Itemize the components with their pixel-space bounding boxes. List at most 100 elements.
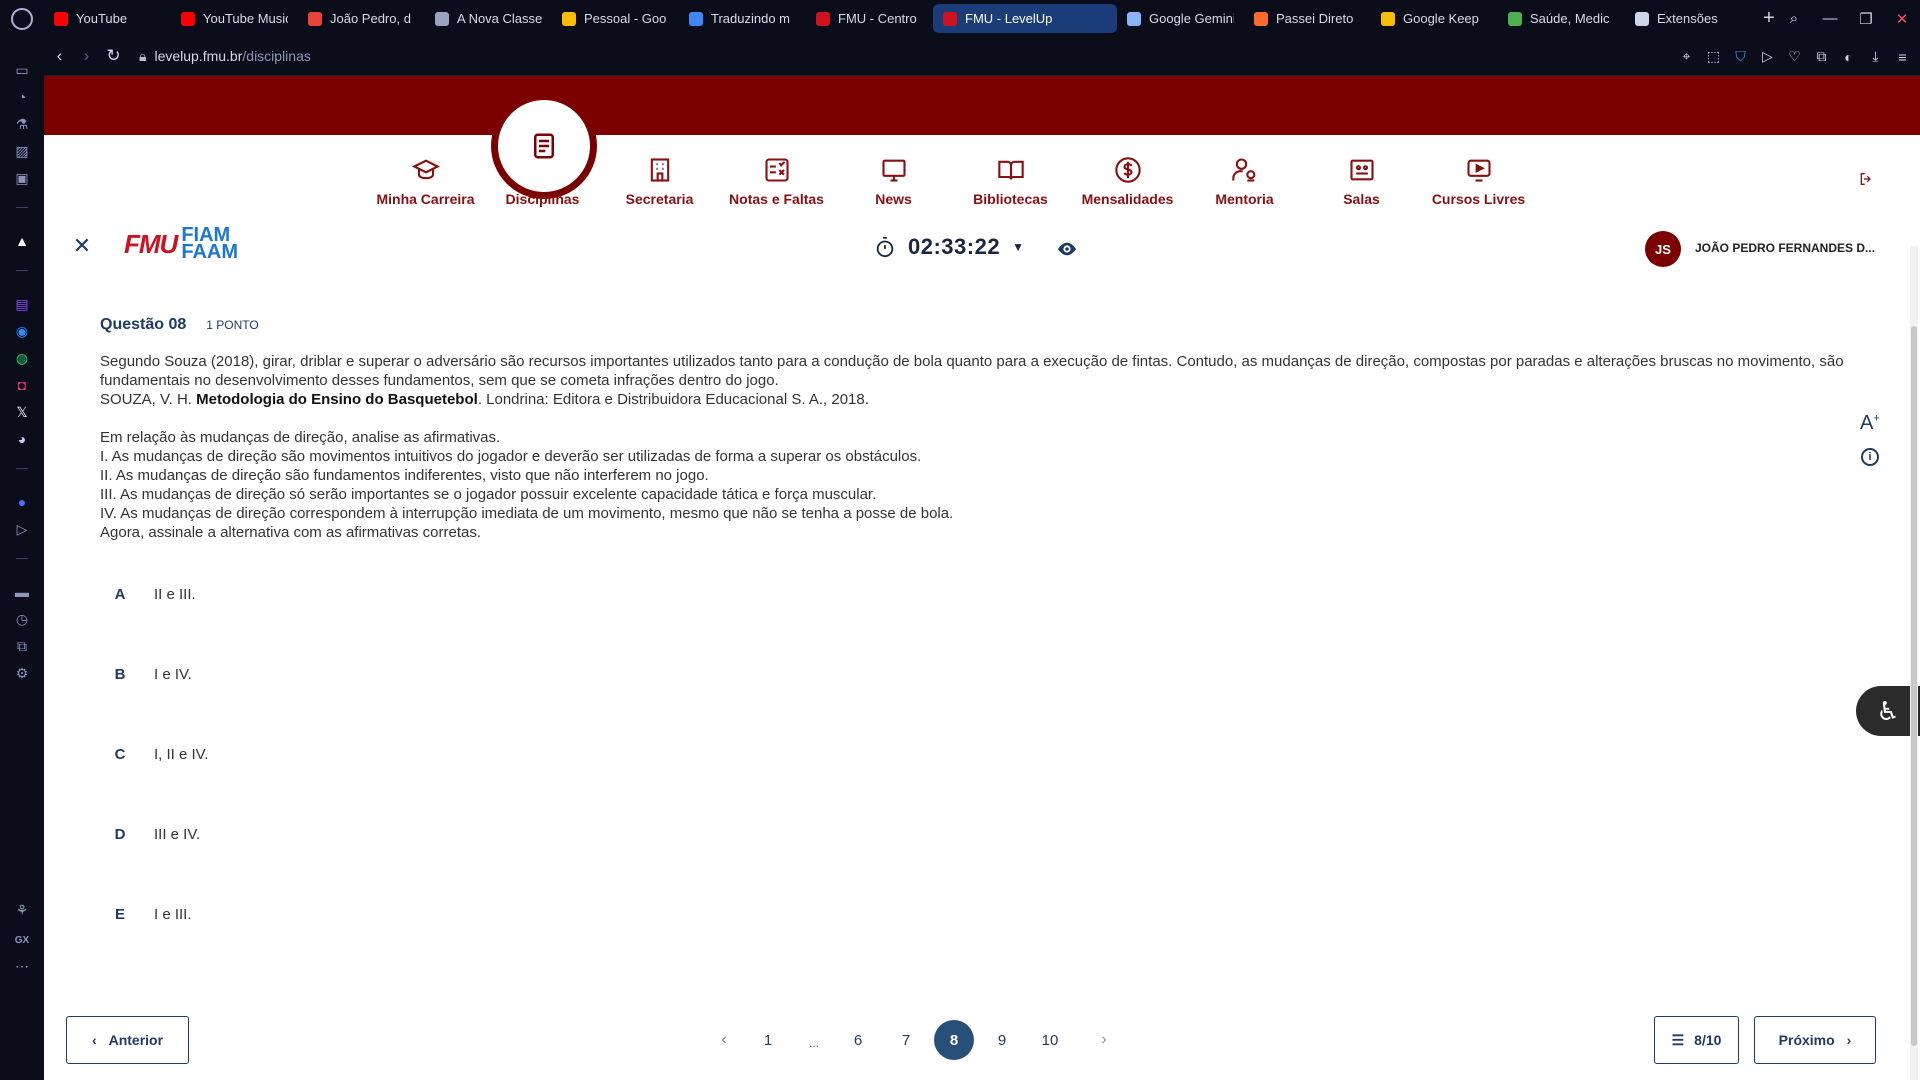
avatar[interactable]: JS xyxy=(1645,231,1681,267)
opera-gx-logo-icon[interactable] xyxy=(0,0,44,37)
pin-icon[interactable]: ⌖ xyxy=(1675,48,1698,65)
player-icon[interactable]: ▷ xyxy=(1756,48,1779,65)
browser-tab[interactable]: Google Keep xyxy=(1371,4,1498,33)
browser-tab[interactable]: Traduzindo m xyxy=(679,4,806,33)
extensions-sidebar-icon[interactable]: ⧉ xyxy=(11,635,33,657)
next-button[interactable]: Próximo › xyxy=(1754,1016,1876,1064)
browser-tab[interactable]: Passei Direto xyxy=(1244,4,1371,33)
browser-tab[interactable]: Extensões xyxy=(1625,4,1752,33)
option-c[interactable]: C I, II e IV. xyxy=(100,734,1800,774)
reload-icon[interactable]: ↻ xyxy=(100,46,127,66)
wallet-icon[interactable]: ▬ xyxy=(11,581,33,603)
close-window-icon[interactable]: ✕ xyxy=(1884,10,1920,28)
user-name[interactable]: JOÃO PEDRO FERNANDES D... xyxy=(1695,241,1875,255)
info-icon[interactable]: i xyxy=(1861,448,1879,466)
nav-news[interactable]: News xyxy=(835,153,952,207)
option-text: I, II e IV. xyxy=(154,745,209,763)
option-b[interactable]: B I e IV. xyxy=(100,654,1800,694)
nav-notas-faltas[interactable]: Notas e Faltas xyxy=(718,153,835,207)
nav-disciplinas[interactable]: Disciplinas xyxy=(484,179,601,207)
gaming-icon[interactable]: ▭ xyxy=(11,59,33,81)
question-line: I. As mudanças de direção são movimentos… xyxy=(100,448,922,465)
speed-dial-icon[interactable]: ◔ xyxy=(11,86,33,108)
option-a[interactable]: A II e III. xyxy=(100,574,1800,614)
nav-salas[interactable]: Salas xyxy=(1303,153,1420,207)
history-icon[interactable]: ◷ xyxy=(11,608,33,630)
restore-icon[interactable]: ❐ xyxy=(1848,10,1884,28)
browser-tab[interactable]: FMU - Centro xyxy=(806,4,933,33)
browser-tab[interactable]: Pessoal - Goo xyxy=(552,4,679,33)
instagram-icon[interactable]: ◘ xyxy=(11,374,33,396)
nav-secretaria[interactable]: Secretaria xyxy=(601,153,718,207)
browser-tab[interactable]: FMU - LevelUp xyxy=(933,4,1117,33)
nav-cursos-livres[interactable]: Cursos Livres xyxy=(1420,153,1537,207)
music-player-icon[interactable]: ● xyxy=(11,491,33,513)
download-icon[interactable]: ⤓ xyxy=(1864,48,1887,65)
vpn-shield-icon[interactable]: ⛉ xyxy=(1729,48,1752,65)
page-7[interactable]: 7 xyxy=(886,1020,926,1060)
nav-mensalidades[interactable]: Mensalidades xyxy=(1069,153,1186,207)
page-prev-icon[interactable]: ‹ xyxy=(704,1020,744,1060)
search-tabs-icon[interactable]: ⌕ xyxy=(1776,10,1812,27)
back-icon[interactable]: ‹ xyxy=(46,46,73,66)
profile-avatar-icon[interactable]: ◐ xyxy=(1837,49,1860,65)
page-1[interactable]: 1 xyxy=(748,1020,788,1060)
more-icon[interactable]: ⋯ xyxy=(11,955,33,977)
page-8-current[interactable]: 8 xyxy=(934,1020,974,1060)
menu-icon[interactable]: ≡ xyxy=(1891,49,1914,65)
video-player-icon[interactable]: ▷ xyxy=(11,518,33,540)
previous-button[interactable]: ‹ Anterior xyxy=(66,1016,189,1064)
scrollbar-thumb[interactable] xyxy=(1911,326,1917,1046)
messenger-icon[interactable]: ◉ xyxy=(11,320,33,342)
snapshot-icon[interactable]: ⬚ xyxy=(1702,48,1725,65)
logout-icon[interactable] xyxy=(1858,171,1874,192)
aria-icon[interactable]: ▲ xyxy=(11,230,33,252)
gx-corner-icon[interactable]: GX xyxy=(11,929,33,951)
question-list-button[interactable]: ☰ 8/10 xyxy=(1654,1016,1739,1064)
settings-gear-icon[interactable]: ⚙ xyxy=(11,662,33,684)
eye-icon[interactable] xyxy=(1056,240,1078,263)
browser-sidebar: ▭ ◔ ⚗ ▨ ▣ ▲ ▤ ◉ ◍ ◘ 𝕏 ◕ ● ▷ ▬ ◷ ⧉ ⚙ ⚘ GX… xyxy=(0,37,44,1080)
lock-icon: 🔒︎ xyxy=(139,47,147,64)
chevron-left-icon: ‹ xyxy=(91,1032,97,1048)
nav-label: Disciplinas xyxy=(505,191,580,207)
chevron-down-icon[interactable]: ▼ xyxy=(1012,240,1024,254)
mods-icon[interactable]: ⚘ xyxy=(11,899,33,921)
health-icon xyxy=(1508,11,1522,26)
page-9[interactable]: 9 xyxy=(982,1020,1022,1060)
page-scrollbar[interactable] xyxy=(1910,246,1918,1080)
forward-icon[interactable]: › xyxy=(73,46,100,66)
gemini-icon xyxy=(1127,11,1141,26)
messages-icon[interactable]: ▣ xyxy=(11,167,33,189)
whatsapp-icon[interactable]: ◍ xyxy=(11,347,33,369)
browser-tab[interactable]: A Nova Classe xyxy=(425,4,552,33)
extensions-icon[interactable]: ⧉ xyxy=(1810,48,1833,65)
browser-tab[interactable]: Google Gemini xyxy=(1117,4,1244,33)
page-next-icon[interactable]: › xyxy=(1084,1020,1124,1060)
browser-tab[interactable]: João Pedro, d xyxy=(298,4,425,33)
browser-tab[interactable]: Saúde, Medic xyxy=(1498,4,1625,33)
top-brand-band xyxy=(44,76,1920,135)
browser-tab-title: Passei Direto xyxy=(1276,11,1354,26)
page-6[interactable]: 6 xyxy=(838,1020,878,1060)
browser-tab[interactable]: YouTube xyxy=(44,4,171,33)
gx-control-icon[interactable]: ⚗ xyxy=(11,113,33,135)
option-d[interactable]: D III e IV. xyxy=(100,814,1800,854)
heart-icon[interactable]: ♡ xyxy=(1783,48,1806,65)
nav-minha-carreira[interactable]: Minha Carreira xyxy=(367,153,484,207)
browser-tab[interactable]: YouTube Music xyxy=(171,4,298,33)
url-field[interactable]: levelup.fmu.br/disciplinas xyxy=(154,48,310,64)
x-twitter-icon[interactable]: 𝕏 xyxy=(11,401,33,423)
passei-direto-icon xyxy=(1254,11,1268,26)
option-e[interactable]: E I e III. xyxy=(100,894,1800,934)
close-exam-icon[interactable]: ✕ xyxy=(72,235,92,257)
font-size-icon[interactable]: A+ xyxy=(1860,412,1880,435)
page-10[interactable]: 10 xyxy=(1030,1020,1070,1060)
minimize-icon[interactable]: — xyxy=(1812,10,1848,27)
discord-icon[interactable]: ◕ xyxy=(11,428,33,450)
twitch-icon[interactable]: ▤ xyxy=(11,293,33,315)
nav-mentoria[interactable]: Mentoria xyxy=(1186,153,1303,207)
nav-bibliotecas[interactable]: Bibliotecas xyxy=(952,153,1069,207)
cleaner-icon[interactable]: ▨ xyxy=(11,140,33,162)
exam-timer[interactable]: 02:33:22 ▼ xyxy=(874,234,1024,260)
